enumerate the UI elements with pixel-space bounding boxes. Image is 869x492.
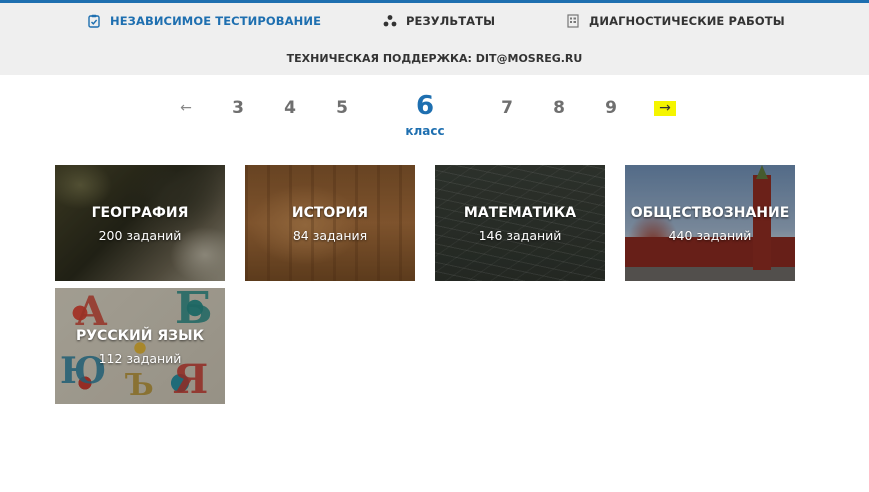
nav-independent-testing-label: НЕЗАВИСИМОЕ ТЕСТИРОВАНИЕ [110,14,322,28]
nav-diagnostic-works[interactable]: ДИАГНОСТИЧЕСКИЕ РАБОТЫ [566,12,785,30]
current-grade-label: класс [405,124,445,138]
grade-7-link[interactable]: 7 [497,98,517,118]
subject-card-history[interactable]: ИСТОРИЯ 84 задания [245,165,415,281]
subject-title: ГЕОГРАФИЯ [91,205,189,221]
next-arrow-button[interactable]: → [654,101,676,116]
clipboard-check-icon [87,14,101,28]
support-contact: ТЕХНИЧЕСКАЯ ПОДДЕРЖКА: DIT@MOSREG.RU [286,52,583,65]
subject-card-social-studies[interactable]: ОБЩЕСТВОЗНАНИЕ 440 заданий [625,165,795,281]
subject-title: ОБЩЕСТВОЗНАНИЕ [630,205,790,221]
current-grade-number: 6 [415,91,435,121]
subject-card-russian-language[interactable]: А Б Ю Я Ъ РУССКИЙ ЯЗЫК 112 заданий [55,288,225,404]
subject-title: ИСТОРИЯ [291,205,369,221]
triangle-dots-icon [383,14,397,28]
top-navigation-bar: НЕЗАВИСИМОЕ ТЕСТИРОВАНИЕ РЕЗУЛЬТАТЫ ДИАГ… [0,0,869,75]
nav-results-label: РЕЗУЛЬТАТЫ [406,14,496,28]
subject-task-count: 112 заданий [98,351,182,366]
document-grid-icon [566,14,580,28]
subject-task-count: 440 заданий [668,228,752,243]
nav-results[interactable]: РЕЗУЛЬТАТЫ [383,12,495,30]
nav-diagnostic-works-label: ДИАГНОСТИЧЕСКИЕ РАБОТЫ [589,14,785,28]
subject-task-count: 200 заданий [98,228,182,243]
subject-title: РУССКИЙ ЯЗЫК [75,328,205,344]
subject-title: МАТЕМАТИКА [463,205,577,221]
subject-card-geography[interactable]: ГЕОГРАФИЯ 200 заданий [55,165,225,281]
grade-8-link[interactable]: 8 [549,98,569,118]
nav-independent-testing[interactable]: НЕЗАВИСИМОЕ ТЕСТИРОВАНИЕ [87,12,321,30]
grade-9-link[interactable]: 9 [601,98,621,118]
prev-arrow-button[interactable]: ← [175,101,197,116]
subject-task-count: 146 заданий [478,228,562,243]
subject-task-count: 84 задания [292,228,368,243]
subject-card-mathematics[interactable]: МАТЕМАТИКА 146 заданий [435,165,605,281]
grade-4-link[interactable]: 4 [280,98,300,118]
grade-3-link[interactable]: 3 [228,98,248,118]
grade-5-link[interactable]: 5 [332,98,352,118]
